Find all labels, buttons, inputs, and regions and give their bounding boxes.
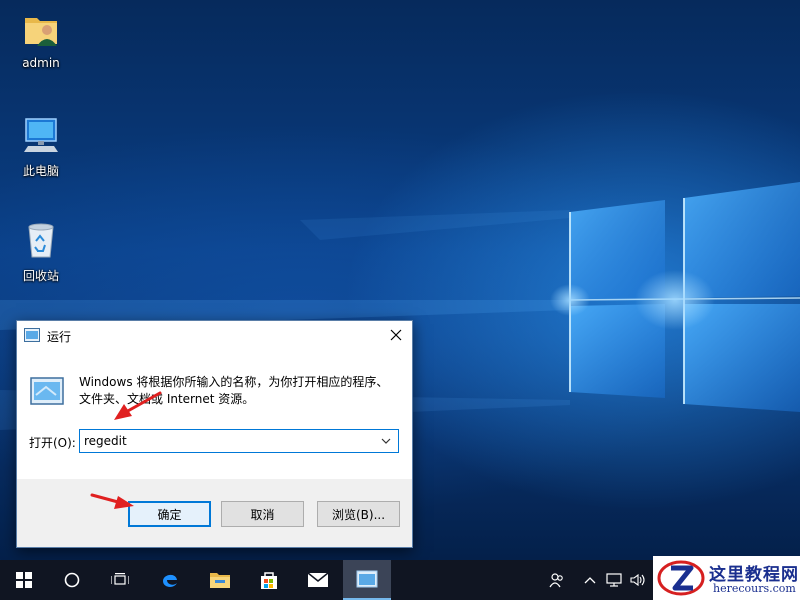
cancel-button[interactable]: 取消 (221, 501, 304, 527)
cortana-icon (64, 572, 80, 588)
task-view-icon (111, 573, 129, 585)
mail-button[interactable] (294, 560, 342, 600)
start-button[interactable] (0, 560, 48, 600)
show-hidden-icons-button[interactable] (578, 560, 602, 600)
people-icon (549, 573, 563, 588)
chevron-down-icon (381, 438, 391, 444)
dialog-title: 运行 (47, 330, 72, 344)
desktop-icon-label: 此电脑 (22, 164, 59, 178)
dialog-description: Windows 将根据你所输入的名称，为你打开相应的程序、文件夹、文档或 Int… (79, 375, 389, 406)
store-icon (261, 572, 277, 589)
desktop-icon-recycle-bin[interactable]: 回收站 (6, 221, 76, 284)
network-icon (606, 573, 622, 587)
mail-icon (307, 572, 329, 587)
open-label: 打开(O): (29, 436, 76, 450)
start-icon (16, 572, 32, 588)
desktop-icon-label: admin (22, 56, 60, 70)
close-icon (390, 329, 402, 341)
edge-button[interactable] (146, 560, 194, 600)
user-folder-icon (25, 18, 57, 46)
edge-icon (163, 574, 177, 587)
open-combobox[interactable] (79, 429, 399, 453)
desktop-icon-admin[interactable]: admin (6, 10, 76, 70)
close-button[interactable] (380, 321, 412, 349)
file-explorer-icon (210, 573, 230, 588)
run-dialog: 运行 Windows 将根据你所输入的名称，为你打开相应的程序、文件夹、文档或 … (16, 320, 413, 548)
site-logo (657, 560, 705, 596)
open-input[interactable] (80, 430, 372, 452)
run-icon (24, 328, 40, 342)
run-taskbar-button[interactable] (343, 560, 391, 600)
volume-icon (630, 573, 645, 587)
run-icon (356, 570, 378, 588)
ok-button[interactable]: 确定 (128, 501, 211, 527)
cortana-button[interactable] (48, 560, 96, 600)
network-button[interactable] (602, 560, 626, 600)
volume-button[interactable] (626, 560, 650, 600)
site-watermark: 这里教程网 herecours.com (653, 556, 800, 600)
recycle-bin-icon (28, 223, 54, 258)
chevron-up-icon (584, 577, 596, 584)
task-view-button[interactable] (96, 560, 144, 600)
desktop-icon-label: 回收站 (22, 269, 59, 283)
run-icon (30, 377, 64, 405)
this-pc-icon (24, 118, 58, 152)
desktop-icon-this-pc[interactable]: 此电脑 (6, 116, 76, 179)
dialog-titlebar[interactable]: 运行 (17, 321, 412, 351)
watermark-url: herecours.com (713, 582, 796, 595)
dropdown-button[interactable] (374, 430, 398, 452)
browse-button[interactable]: 浏览(B)... (317, 501, 400, 527)
file-explorer-button[interactable] (196, 560, 244, 600)
store-button[interactable] (245, 560, 293, 600)
people-button[interactable] (540, 560, 574, 600)
